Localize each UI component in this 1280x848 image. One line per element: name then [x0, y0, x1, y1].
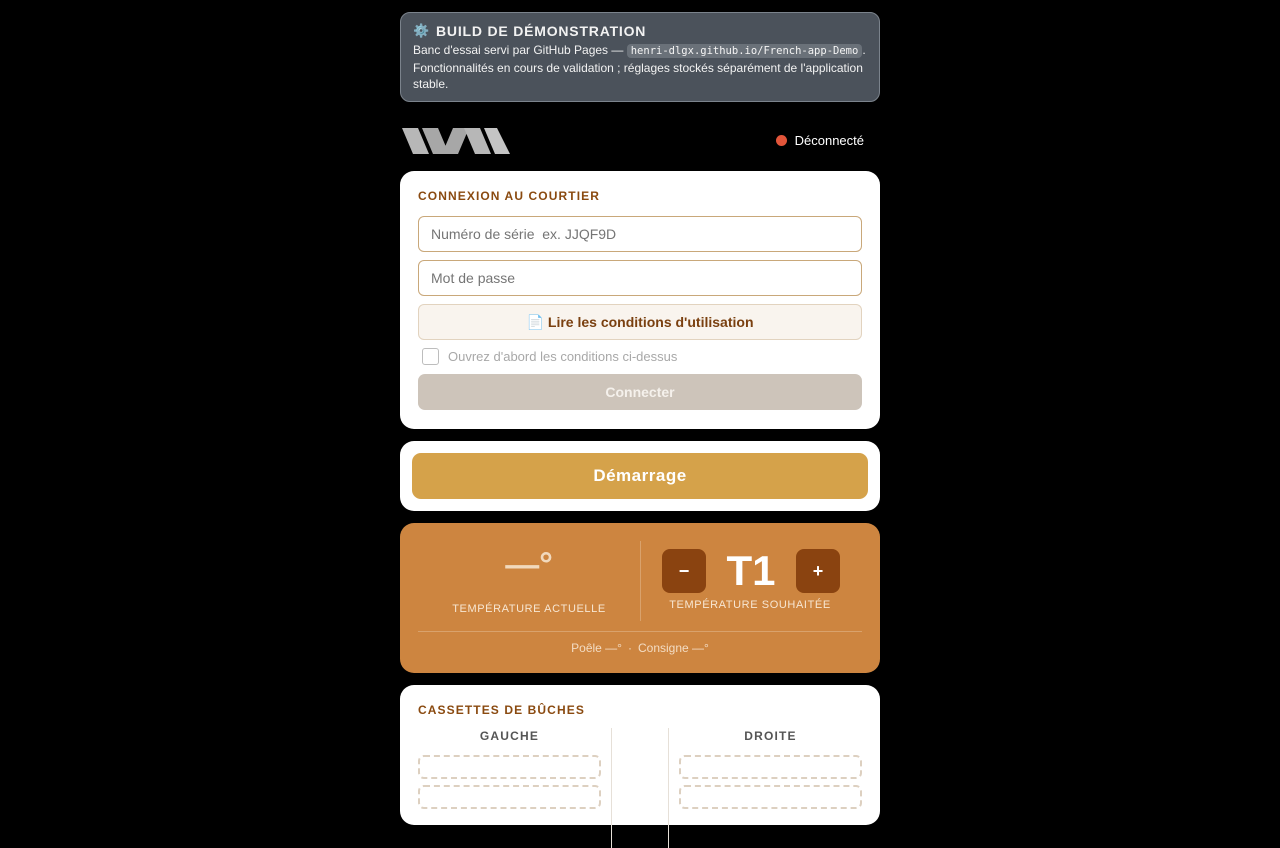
terms-checkbox-label: Ouvrez d'abord les conditions ci-dessus — [448, 349, 678, 364]
current-temperature: —° TEMPÉRATURE ACTUELLE — [418, 543, 640, 615]
terms-checkbox-row: Ouvrez d'abord les conditions ci-dessus — [418, 348, 862, 365]
decrease-temperature-button[interactable]: − — [662, 549, 706, 593]
temperature-separator — [418, 631, 862, 632]
connection-status: Déconnecté — [775, 133, 864, 148]
cassette-right-label: DROITE — [744, 729, 797, 743]
read-terms-button[interactable]: 📄 Lire les conditions d'utilisation — [418, 304, 862, 340]
cassette-slot[interactable] — [418, 785, 601, 809]
target-temperature-label: TEMPÉRATURE SOUHAITÉE — [669, 599, 831, 611]
setpoint-temperature: Consigne —° — [637, 641, 709, 655]
cassette-left: GAUCHE — [418, 729, 601, 809]
password-input[interactable] — [418, 260, 862, 296]
temperature-divider — [640, 541, 641, 621]
cassette-divider — [668, 728, 669, 848]
stove-temperature: Poêle —° — [571, 641, 622, 655]
status-label: Déconnecté — [794, 133, 864, 148]
current-temperature-label: TEMPÉRATURE ACTUELLE — [452, 603, 606, 615]
cassette-slot[interactable] — [418, 755, 601, 779]
cassettes-title: CASSETTES DE BÛCHES — [418, 703, 585, 717]
banner-title: BUILD DE DÉMONSTRATION — [436, 23, 647, 39]
banner-description: Banc d'essai servi par GitHub Pages — he… — [413, 43, 866, 91]
setpoint-value: T1 — [726, 547, 776, 594]
connect-button[interactable]: Connecter — [418, 374, 862, 410]
cassette-right: DROITE — [679, 729, 862, 809]
cassette-left-label: GAUCHE — [479, 729, 540, 743]
cassette-divider — [611, 728, 612, 848]
start-button[interactable]: Démarrage — [412, 453, 868, 499]
start-card: Démarrage — [400, 441, 880, 511]
login-title: CONNEXION AU COURTIER — [418, 189, 600, 203]
log-cassettes-card: CASSETTES DE BÛCHES GAUCHE DROITE — [400, 685, 880, 848]
terms-checkbox[interactable] — [422, 348, 439, 365]
temperature-card: —° TEMPÉRATURE ACTUELLE − T1 + TEMPÉRATU… — [400, 523, 880, 673]
demo-banner: ⚙️ BUILD DE DÉMONSTRATION Banc d'essai s… — [400, 12, 880, 102]
document-icon: 📄 — [526, 313, 544, 330]
demo-url: henri-dlgx.github.io/French-app-Demo — [626, 44, 863, 58]
gear-icon: ⚙️ — [413, 23, 430, 38]
status-dot — [775, 135, 787, 146]
serial-number-input[interactable] — [418, 216, 862, 252]
cassette-slot[interactable] — [679, 755, 862, 779]
temperature-footer: Poêle —° · Consigne —° — [571, 641, 709, 655]
current-temperature-value: —° — [505, 546, 553, 584]
brand-logo — [402, 128, 510, 154]
broker-login-card: CONNEXION AU COURTIER 📄 Lire les conditi… — [400, 171, 880, 429]
increase-temperature-button[interactable]: + — [796, 549, 840, 593]
cassette-slot[interactable] — [679, 785, 862, 809]
